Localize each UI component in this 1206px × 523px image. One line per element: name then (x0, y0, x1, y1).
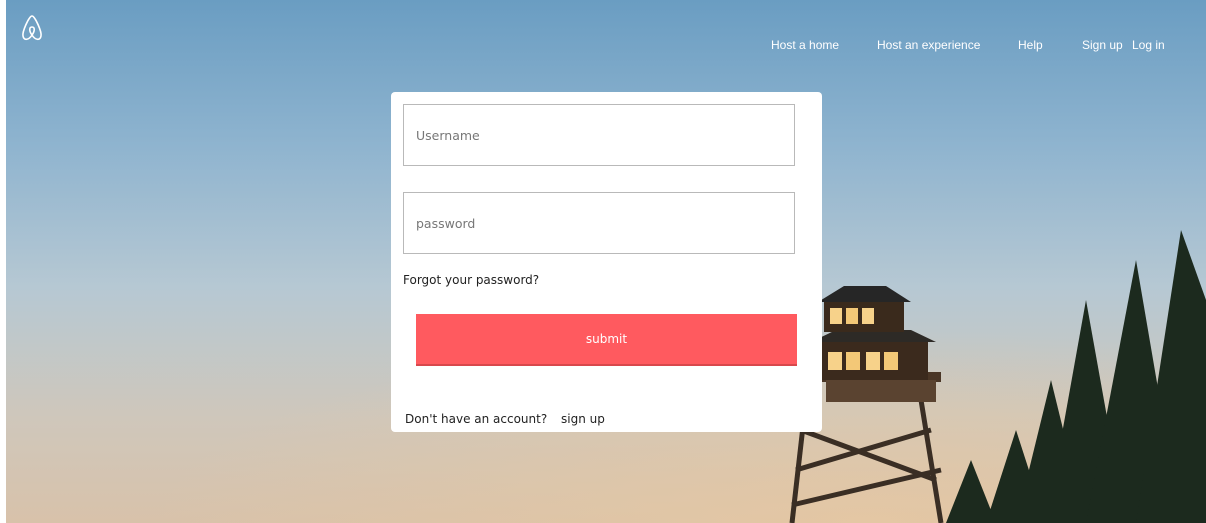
no-account-text: Don't have an account? (405, 412, 548, 426)
nav-sign-up[interactable]: Sign up (1082, 38, 1123, 52)
submit-button[interactable]: submit (416, 314, 797, 366)
signup-prompt: Don't have an account? sign up (405, 412, 605, 426)
nav-help[interactable]: Help (1018, 38, 1043, 52)
nav-host-a-home[interactable]: Host a home (771, 38, 839, 52)
forgot-password-link[interactable]: Forgot your password? (403, 273, 539, 287)
sign-up-link[interactable]: sign up (561, 412, 605, 426)
top-nav: Host a home Host an experience Help Sign… (6, 38, 1206, 58)
password-input[interactable] (403, 192, 795, 254)
login-card: Forgot your password? submit Don't have … (391, 92, 822, 432)
username-input[interactable] (403, 104, 795, 166)
nav-log-in[interactable]: Log in (1132, 38, 1165, 52)
nav-host-an-experience[interactable]: Host an experience (877, 38, 980, 52)
hero-background: Host a home Host an experience Help Sign… (6, 0, 1206, 523)
